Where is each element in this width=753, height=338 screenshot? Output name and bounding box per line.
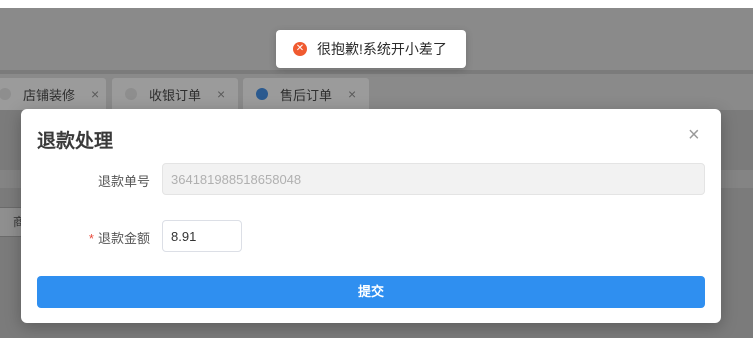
tab-shop-decoration[interactable]: 店铺装修 ×: [0, 78, 106, 110]
refund-dialog: 退款处理 × 退款单号 364181988518658048 * 退款金额 8.9…: [21, 109, 721, 323]
tab-label: 店铺装修: [23, 87, 76, 103]
refund-amount-label: * 退款金额: [88, 231, 150, 246]
refund-no-field: 364181988518658048: [162, 163, 705, 195]
error-toast: ✕ 很抱歉!系统开小差了: [276, 30, 466, 68]
tab-label: 售后订单: [280, 87, 333, 103]
top-bar: [0, 0, 753, 8]
tab-close-icon[interactable]: ×: [348, 86, 356, 102]
refund-no-label: 退款单号: [97, 174, 150, 189]
close-icon[interactable]: ×: [688, 125, 700, 145]
tab-close-icon[interactable]: ×: [217, 86, 225, 102]
dialog-title: 退款处理: [37, 131, 114, 152]
refund-amount-field[interactable]: 8.91: [162, 220, 242, 252]
required-mark: *: [88, 231, 94, 246]
tab-cashier-orders[interactable]: 收银订单 ×: [112, 78, 238, 110]
refund-amount-value: 8.91: [171, 228, 197, 244]
toast-message: 很抱歉!系统开小差了: [317, 41, 447, 57]
tab-active-dot: [256, 88, 268, 100]
refund-no-value: 364181988518658048: [171, 171, 302, 187]
tab-label: 收银订单: [149, 87, 202, 103]
tab-close-icon[interactable]: ×: [91, 86, 99, 102]
submit-button[interactable]: 提交: [37, 276, 705, 308]
tab-status-dot: [125, 88, 137, 100]
tab-status-dot: [0, 88, 11, 100]
tab-after-sales-orders[interactable]: 售后订单 ×: [243, 78, 369, 110]
error-circle-icon: ✕: [293, 42, 307, 56]
